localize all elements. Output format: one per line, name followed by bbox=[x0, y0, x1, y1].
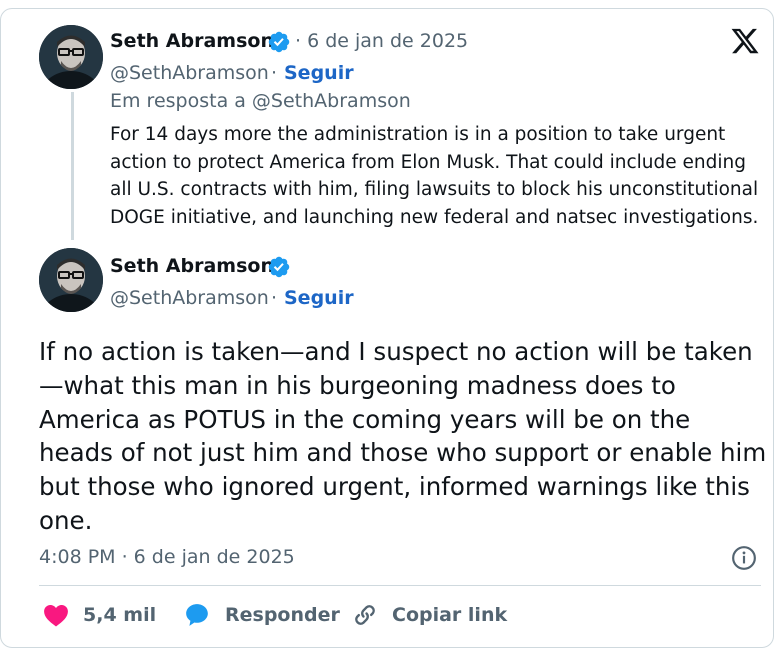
author-name[interactable]: Seth Abramson bbox=[110, 255, 274, 277]
avatar-image bbox=[39, 25, 103, 89]
tweet-timestamp[interactable]: 4:08 PM · 6 de jan de 2025 bbox=[39, 546, 295, 568]
parent-tweet-text: For 14 days more the administration is i… bbox=[110, 124, 759, 228]
verified-badge-icon bbox=[268, 31, 290, 53]
follow-button[interactable]: Seguir bbox=[284, 62, 354, 84]
thread-line bbox=[71, 92, 74, 240]
link-icon bbox=[355, 605, 375, 625]
separator-dot: · bbox=[271, 62, 278, 84]
separator-dot: · bbox=[271, 287, 278, 309]
heart-icon bbox=[44, 605, 68, 627]
divider bbox=[39, 585, 761, 586]
reply-button[interactable]: Responder bbox=[183, 600, 340, 630]
verified-badge-icon bbox=[268, 256, 290, 278]
author-handle[interactable]: @SethAbramson bbox=[110, 287, 269, 309]
info-icon[interactable] bbox=[731, 545, 757, 571]
reply-label: Responder bbox=[225, 604, 340, 626]
main-tweet-text: If no action is taken—and I suspect no a… bbox=[39, 337, 767, 535]
avatar[interactable] bbox=[39, 25, 103, 89]
like-button[interactable]: 5,4 mil bbox=[43, 600, 156, 630]
avatar[interactable] bbox=[39, 248, 103, 312]
author-handle[interactable]: @SethAbramson bbox=[110, 62, 269, 84]
copy-link-button[interactable]: Copiar link bbox=[352, 600, 507, 630]
like-count: 5,4 mil bbox=[83, 604, 157, 626]
x-logo-icon[interactable] bbox=[729, 26, 761, 56]
author-name[interactable]: Seth Abramson bbox=[110, 30, 274, 52]
reply-bubble-icon bbox=[186, 604, 208, 626]
reply-to-label[interactable]: Em resposta a @SethAbramson bbox=[110, 90, 411, 112]
follow-button[interactable]: Seguir bbox=[284, 287, 354, 309]
tweet-date[interactable]: · 6 de jan de 2025 bbox=[295, 30, 468, 52]
avatar-image bbox=[39, 248, 103, 312]
copy-link-label: Copiar link bbox=[392, 604, 508, 626]
